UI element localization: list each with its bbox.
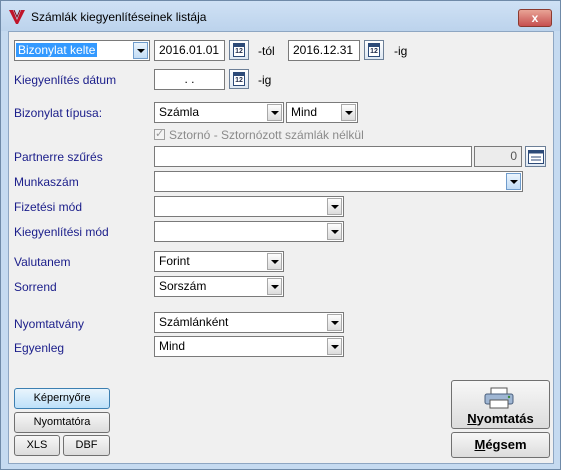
sort-label: Sorrend	[14, 280, 57, 294]
chevron-down-icon[interactable]	[133, 42, 148, 59]
date-to-calendar-button[interactable]: 12	[364, 40, 384, 60]
chevron-down-icon[interactable]	[327, 338, 342, 355]
app-logo-icon	[9, 10, 25, 24]
currency-select[interactable]: Forint	[154, 251, 284, 272]
output-printer-button[interactable]: Nyomtatóra	[14, 412, 110, 433]
dialog-window: Számlák kiegyenlítéseinek listája x Bizo…	[0, 0, 561, 470]
chevron-down-icon[interactable]	[327, 314, 342, 331]
window-title: Számlák kiegyenlítéseinek listája	[31, 10, 207, 24]
doc-scope-value: Mind	[291, 105, 318, 119]
cancel-button-accel: M	[474, 437, 486, 452]
storno-checkbox[interactable]	[154, 127, 165, 140]
print-button-label: Nyomtatás	[467, 411, 534, 426]
currency-label: Valutanem	[14, 255, 71, 269]
dialog-content: Bizonylat kelte 2016.01.01 12 -tól 2016.…	[8, 31, 554, 464]
date-from-input[interactable]: 2016.01.01	[154, 40, 225, 61]
balance-select[interactable]: Mind	[154, 336, 344, 357]
partner-browse-icon	[528, 150, 544, 164]
date-type-select[interactable]: Bizonylat kelte	[14, 40, 150, 61]
form-type-select[interactable]: Számlánként	[154, 312, 344, 333]
date-from-calendar-button[interactable]: 12	[229, 40, 249, 60]
form-type-label: Nyomtatvány	[14, 317, 85, 331]
payment-method-select[interactable]	[154, 196, 344, 217]
date-to-input[interactable]: 2016.12.31	[288, 40, 360, 61]
partner-search-button[interactable]	[525, 146, 546, 167]
chevron-down-icon[interactable]	[506, 173, 521, 190]
close-button[interactable]: x	[518, 9, 552, 27]
chevron-down-icon[interactable]	[267, 278, 282, 295]
chevron-down-icon[interactable]	[327, 198, 342, 215]
chevron-down-icon[interactable]	[267, 104, 282, 121]
sort-value: Sorszám	[159, 279, 207, 293]
print-button[interactable]: Nyomtatás	[451, 380, 550, 429]
calendar-icon: 12	[233, 72, 245, 86]
sort-select[interactable]: Sorszám	[154, 276, 284, 297]
chevron-down-icon[interactable]	[327, 223, 342, 240]
chevron-down-icon[interactable]	[267, 253, 282, 270]
storno-label: Sztornó - Sztornózott számlák nélkül	[169, 128, 364, 142]
doc-type-select[interactable]: Számla	[154, 102, 284, 123]
doc-scope-select[interactable]: Mind	[286, 102, 358, 123]
date-from-suffix: -tól	[258, 44, 275, 58]
settlement-date-calendar-button[interactable]: 12	[229, 69, 249, 89]
settlement-date-suffix: -ig	[258, 73, 272, 87]
settlement-date-input[interactable]: . .	[154, 69, 225, 90]
job-number-label: Munkaszám	[14, 175, 79, 189]
doc-type-value: Számla	[159, 105, 200, 119]
settlement-method-select[interactable]	[154, 221, 344, 242]
calendar-icon: 12	[368, 43, 380, 57]
cancel-button-label: égsem	[485, 437, 527, 452]
balance-label: Egyenleg	[14, 341, 65, 355]
balance-value: Mind	[159, 339, 186, 353]
cancel-button[interactable]: Mégsem	[451, 432, 550, 458]
date-type-value: Bizonylat kelte	[16, 43, 98, 57]
title-bar[interactable]: Számlák kiegyenlítéseinek listája x	[1, 1, 560, 31]
date-to-suffix: -ig	[394, 44, 408, 58]
form-type-value: Számlánként	[159, 315, 229, 329]
output-screen-button[interactable]: Képernyőre	[14, 388, 110, 409]
calendar-icon: 12	[233, 43, 245, 57]
currency-value: Forint	[159, 254, 190, 268]
job-number-select[interactable]	[154, 171, 523, 192]
partner-input[interactable]	[154, 146, 472, 167]
export-xls-button[interactable]: XLS	[14, 435, 60, 456]
settlement-date-label: Kiegyenlítés dátum	[14, 73, 117, 87]
settlement-method-label: Kiegyenlítési mód	[14, 225, 109, 239]
chevron-down-icon[interactable]	[341, 104, 356, 121]
partner-count: 0	[474, 146, 522, 167]
export-dbf-button[interactable]: DBF	[63, 435, 110, 456]
doc-type-label: Bizonylat típusa:	[14, 106, 103, 120]
partner-label: Partnerre szűrés	[14, 150, 103, 164]
printer-icon	[484, 387, 514, 409]
payment-method-label: Fizetési mód	[14, 200, 83, 214]
